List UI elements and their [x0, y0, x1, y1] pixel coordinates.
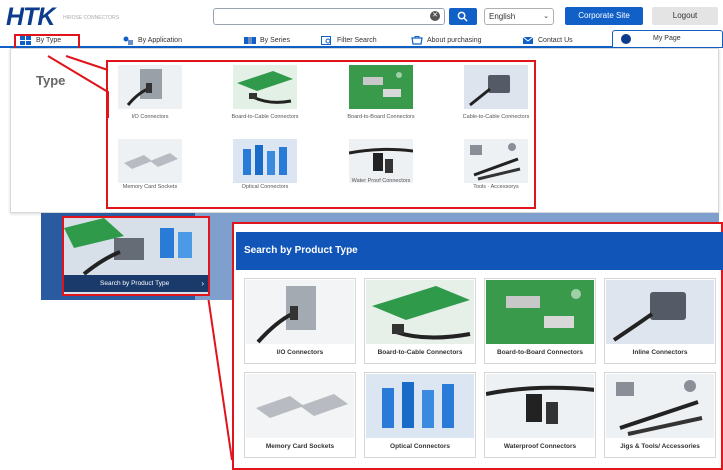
product-card-label: Board-to-Cable Connectors — [377, 349, 463, 356]
product-card-optical[interactable]: Optical Connectors — [364, 372, 476, 458]
product-card-tools[interactable]: Jigs & Tools/ Accessories — [604, 372, 716, 458]
dd-item-cable-to-cable-image[interactable] — [464, 65, 528, 109]
product-card-label: Inline Connectors — [632, 349, 688, 356]
dd-item-board-to-board-image[interactable] — [349, 65, 413, 109]
dd-item-label[interactable]: Tools · Accessorys — [451, 184, 541, 190]
highlight-banner-card — [62, 216, 210, 296]
dd-item-label[interactable]: Board-to-Cable Connectors — [220, 114, 310, 120]
product-card-label: Jigs & Tools/ Accessories — [620, 443, 700, 450]
panel-title: Search by Product Type — [244, 245, 358, 256]
product-card-board-to-board[interactable]: Board-to-Board Connectors — [484, 278, 596, 364]
product-card-inline[interactable]: Inline Connectors — [604, 278, 716, 364]
product-card-waterproof[interactable]: Waterproof Connectors — [484, 372, 596, 458]
product-card-label: Waterproof Connectors — [503, 443, 577, 450]
dd-item-label[interactable]: I/O Connectors — [105, 114, 195, 120]
product-card-label: Board-to-Board Connectors — [497, 349, 583, 356]
dd-item-label[interactable]: Cable-to-Cable Connectors — [451, 114, 541, 120]
dd-item-tools-image[interactable] — [464, 139, 528, 183]
dd-item-label[interactable]: Memory Card Sockets — [105, 184, 195, 190]
product-card-memory-card[interactable]: Memory Card Sockets — [244, 372, 356, 458]
dd-item-label[interactable]: Optical Connectors — [220, 184, 310, 190]
product-card-label: Optical Connectors — [390, 443, 450, 450]
product-card-label: Memory Card Sockets — [265, 443, 335, 450]
dd-item-label[interactable]: Board-to-Board Connectors — [336, 114, 426, 120]
dd-item-board-to-cable-image[interactable] — [233, 65, 297, 109]
product-card-board-to-cable[interactable]: Board-to-Cable Connectors — [364, 278, 476, 364]
dd-item-label[interactable]: Water Proof Connectors — [336, 178, 426, 184]
dd-item-memory-card-image[interactable] — [118, 139, 182, 183]
dd-item-waterproof-image[interactable] — [349, 139, 413, 183]
product-card-label: I/O Connectors — [276, 349, 324, 356]
product-type-header: Search by Product Type — [236, 232, 723, 270]
product-card-io[interactable]: I/O Connectors — [244, 278, 356, 364]
dd-item-io-connectors-image[interactable] — [118, 65, 182, 109]
dd-item-optical-image[interactable] — [233, 139, 297, 183]
